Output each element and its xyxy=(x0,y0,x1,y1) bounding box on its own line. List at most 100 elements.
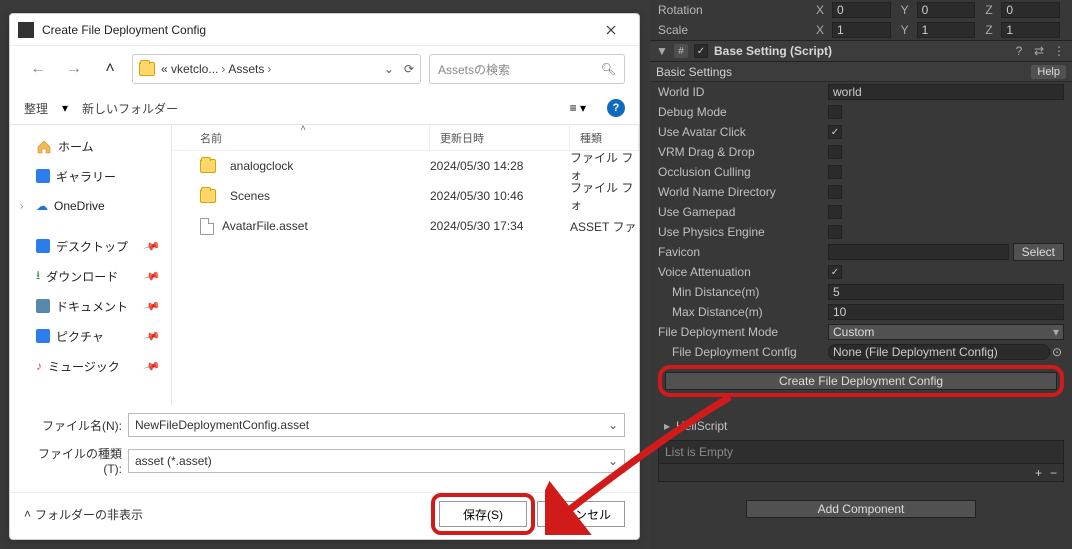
sidebar-item-label: ダウンロード xyxy=(46,268,118,285)
component-title: Base Setting (Script) xyxy=(714,44,1006,58)
organize-menu[interactable]: 整理 xyxy=(24,100,48,117)
sidebar-item-label: ピクチャ xyxy=(56,328,104,345)
home-icon xyxy=(36,139,52,153)
search-input[interactable]: Assetsの検索 🔍︎ xyxy=(429,54,625,84)
breadcrumb-dropdown[interactable]: ⌄ xyxy=(384,62,394,76)
kebab-icon[interactable]: ⋮ xyxy=(1052,44,1066,58)
scale-z-input[interactable]: 1 xyxy=(1001,22,1060,38)
create-file-deployment-config-button[interactable]: Create File Deployment Config xyxy=(665,372,1057,390)
refresh-button[interactable]: ⟳ xyxy=(404,62,414,76)
nav-back-button[interactable]: ← xyxy=(24,55,52,83)
search-placeholder: Assetsの検索 xyxy=(438,61,601,78)
filetype-label: ファイルの種類(T): xyxy=(24,445,128,476)
foldout-icon[interactable]: ▼ xyxy=(656,44,668,58)
pictures-icon xyxy=(36,329,50,343)
pin-icon: 📌 xyxy=(143,327,161,345)
list-item[interactable]: analogclock 2024/05/30 14:28 ファイル フォ xyxy=(172,151,639,181)
chevron-up-icon: ˄ xyxy=(24,507,31,521)
add-component-button[interactable]: Add Component xyxy=(746,500,976,518)
sidebar-item-home[interactable]: ホーム xyxy=(14,131,167,161)
rotation-z-input[interactable]: 0 xyxy=(1001,2,1060,18)
list-add-button[interactable]: + xyxy=(1035,466,1042,480)
occlusion-checkbox[interactable] xyxy=(828,165,842,179)
scale-y-input[interactable]: 1 xyxy=(917,22,976,38)
sidebar-item-music[interactable]: ♪ ミュージック 📌 xyxy=(14,351,167,381)
deploy-config-field[interactable]: None (File Deployment Config) xyxy=(828,344,1050,360)
dropdown-icon[interactable]: ⌄ xyxy=(608,418,618,432)
favicon-select-button[interactable]: Select xyxy=(1013,243,1064,261)
min-distance-input[interactable]: 5 xyxy=(828,284,1064,300)
help-button[interactable]: ? xyxy=(607,99,625,117)
nav-up-button[interactable]: ˄ xyxy=(96,55,124,83)
world-name-dir-checkbox[interactable] xyxy=(828,185,842,199)
download-icon: ⭳ xyxy=(36,266,40,287)
view-mode-button[interactable]: ≡ ▾ xyxy=(563,98,593,118)
cancel-button[interactable]: キャンセル xyxy=(537,501,625,527)
chevron-right-icon: › xyxy=(267,62,271,76)
sidebar-item-desktop[interactable]: デスクトップ 📌 xyxy=(14,231,167,261)
filename-input[interactable]: NewFileDeploymentConfig.asset ⌄ xyxy=(128,413,625,437)
nav-forward-button[interactable]: → xyxy=(60,55,88,83)
debug-mode-checkbox[interactable] xyxy=(828,105,842,119)
filetype-select[interactable]: asset (*.asset) ⌄ xyxy=(128,449,625,473)
hide-folders-toggle[interactable]: ˄ フォルダーの非表示 xyxy=(24,506,143,523)
use-avatar-click-checkbox[interactable]: ✓ xyxy=(828,125,842,139)
vrm-drag-checkbox[interactable] xyxy=(828,145,842,159)
world-id-input[interactable]: world xyxy=(828,84,1064,100)
list-item[interactable]: Scenes 2024/05/30 10:46 ファイル フォ xyxy=(172,181,639,211)
object-picker-icon[interactable]: ⊙ xyxy=(1050,345,1064,359)
column-type[interactable]: 種類 xyxy=(580,130,602,146)
component-header[interactable]: ▼ # ✓ Base Setting (Script) ? ⇄ ⋮ xyxy=(650,40,1072,62)
list-remove-button[interactable]: − xyxy=(1050,466,1057,480)
scale-x-input[interactable]: 1 xyxy=(832,22,891,38)
breadcrumb-parent[interactable]: « vketclo... xyxy=(161,62,218,76)
component-enabled-checkbox[interactable]: ✓ xyxy=(694,44,708,58)
breadcrumb[interactable]: « vketclo... › Assets › ⌄ ⟳ xyxy=(132,54,421,84)
deploy-mode-select[interactable]: Custom▾ xyxy=(828,324,1064,340)
chevron-right-icon[interactable]: › xyxy=(20,201,23,212)
section-help-button[interactable]: Help xyxy=(1031,65,1066,79)
sidebar-item-documents[interactable]: ドキュメント 📌 xyxy=(14,291,167,321)
dialog-fields: ファイル名(N): NewFileDeploymentConfig.asset … xyxy=(10,405,639,492)
inspector-panel: Rotation X0 Y0 Z0 Scale X1 Y1 Z1 ▼ # ✓ B… xyxy=(650,0,1072,549)
save-button[interactable]: 保存(S) xyxy=(439,501,527,527)
new-folder-button[interactable]: 新しいフォルダー xyxy=(82,100,178,117)
file-list-header[interactable]: ˄名前 更新日時 種類 xyxy=(172,125,639,151)
sidebar-item-pictures[interactable]: ピクチャ 📌 xyxy=(14,321,167,351)
sidebar-item-gallery[interactable]: ギャラリー xyxy=(14,161,167,191)
file-list: ˄名前 更新日時 種類 analogclock 2024/05/30 14:28… xyxy=(172,125,639,405)
desktop-icon xyxy=(36,239,50,253)
close-button[interactable] xyxy=(591,18,631,42)
sidebar-item-downloads[interactable]: ⭳ ダウンロード 📌 xyxy=(14,261,167,291)
heliscript-list: List is Empty xyxy=(658,440,1064,464)
gallery-icon xyxy=(36,169,50,183)
folder-icon xyxy=(139,62,155,76)
dropdown-icon[interactable]: ⌄ xyxy=(608,454,618,468)
heliscript-header[interactable]: HeliScript xyxy=(676,419,727,433)
rotation-x-input[interactable]: 0 xyxy=(832,2,891,18)
chevron-down-icon: ▾ xyxy=(1053,325,1059,339)
column-name[interactable]: 名前 xyxy=(200,130,222,146)
voice-atten-checkbox[interactable]: ✓ xyxy=(828,265,842,279)
max-distance-input[interactable]: 10 xyxy=(828,304,1064,320)
column-date[interactable]: 更新日時 xyxy=(440,130,484,146)
favicon-field[interactable] xyxy=(828,244,1009,260)
list-item[interactable]: AvatarFile.asset 2024/05/30 17:34 ASSET … xyxy=(172,211,639,241)
preset-icon[interactable]: ⇄ xyxy=(1032,44,1046,58)
dialog-title: Create File Deployment Config xyxy=(42,23,591,37)
pin-icon: 📌 xyxy=(143,297,161,315)
help-icon[interactable]: ? xyxy=(1012,44,1026,58)
use-physics-checkbox[interactable] xyxy=(828,225,842,239)
sidebar-item-onedrive[interactable]: › ☁ OneDrive xyxy=(14,191,167,221)
section-basic-settings: Basic Settings Help xyxy=(650,62,1072,82)
dialog-titlebar: Create File Deployment Config xyxy=(10,14,639,46)
breadcrumb-current[interactable]: Assets xyxy=(228,62,264,76)
sidebar-item-label: デスクトップ xyxy=(56,238,128,255)
pin-icon: 📌 xyxy=(143,357,161,375)
transform-scale-row: Scale X1 Y1 Z1 xyxy=(650,20,1072,40)
filename-label: ファイル名(N): xyxy=(24,417,128,434)
rotation-y-input[interactable]: 0 xyxy=(917,2,976,18)
use-gamepad-checkbox[interactable] xyxy=(828,205,842,219)
foldout-icon[interactable]: ▸ xyxy=(664,419,670,433)
documents-icon xyxy=(36,299,50,313)
